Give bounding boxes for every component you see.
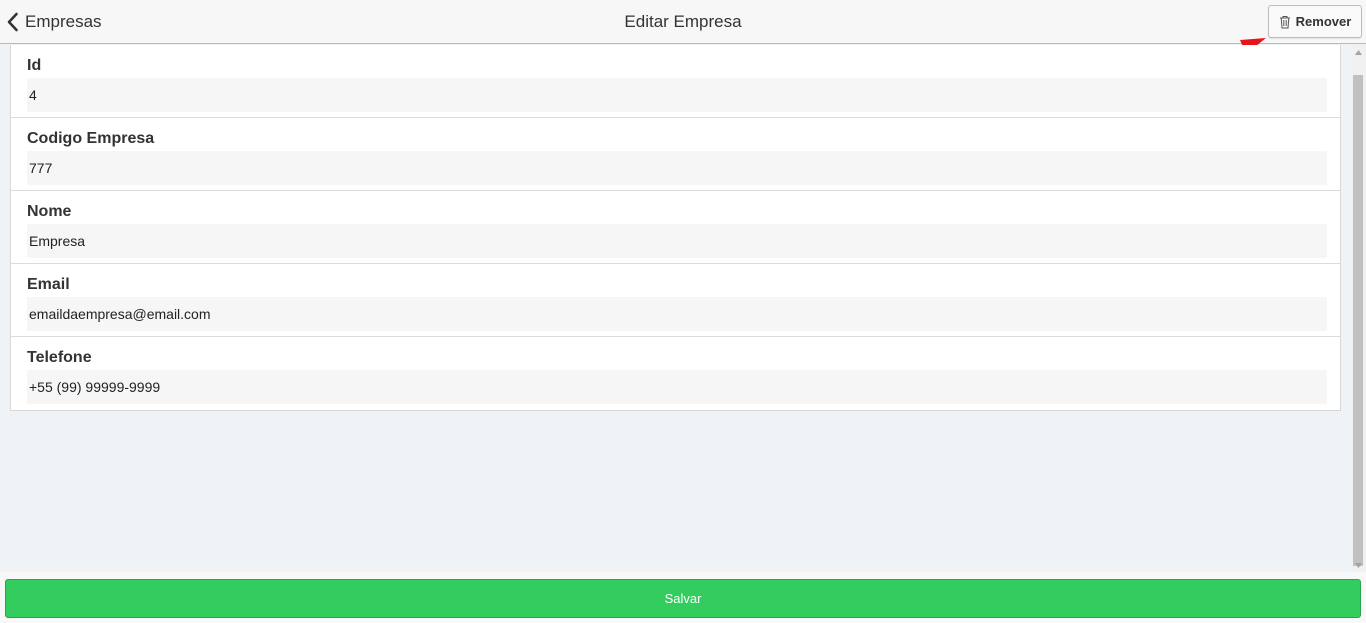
field-telefone: Telefone bbox=[11, 337, 1340, 410]
field-codigo-empresa: Codigo Empresa bbox=[11, 118, 1340, 191]
remove-button-label: Remover bbox=[1295, 14, 1352, 29]
trash-icon bbox=[1279, 15, 1290, 28]
scroll-down-icon[interactable] bbox=[1351, 558, 1366, 572]
email-input[interactable] bbox=[27, 297, 1327, 331]
save-button[interactable]: Salvar bbox=[5, 579, 1361, 618]
field-id: Id bbox=[11, 45, 1340, 118]
scroll-up-icon[interactable] bbox=[1351, 45, 1366, 59]
field-email: Email bbox=[11, 264, 1340, 337]
field-telefone-label: Telefone bbox=[27, 349, 92, 366]
field-nome-label: Nome bbox=[27, 203, 72, 220]
id-input[interactable] bbox=[27, 78, 1327, 112]
content-area: Id Codigo Empresa Nome Email Telefone bbox=[0, 45, 1350, 572]
footer-bar: Salvar bbox=[0, 572, 1366, 623]
vertical-scrollbar[interactable] bbox=[1351, 45, 1366, 572]
codigo-empresa-input[interactable] bbox=[27, 151, 1327, 185]
field-codigo-empresa-label: Codigo Empresa bbox=[27, 130, 155, 147]
company-form: Id Codigo Empresa Nome Email Telefone bbox=[10, 45, 1341, 411]
field-id-label: Id bbox=[27, 57, 42, 74]
field-email-label: Email bbox=[27, 276, 70, 293]
page-title: Editar Empresa bbox=[624, 12, 742, 31]
telefone-input[interactable] bbox=[27, 370, 1327, 404]
remove-button[interactable]: Remover bbox=[1268, 5, 1362, 38]
field-nome: Nome bbox=[11, 191, 1340, 264]
nome-input[interactable] bbox=[27, 224, 1327, 258]
scrollbar-thumb[interactable] bbox=[1353, 75, 1363, 566]
